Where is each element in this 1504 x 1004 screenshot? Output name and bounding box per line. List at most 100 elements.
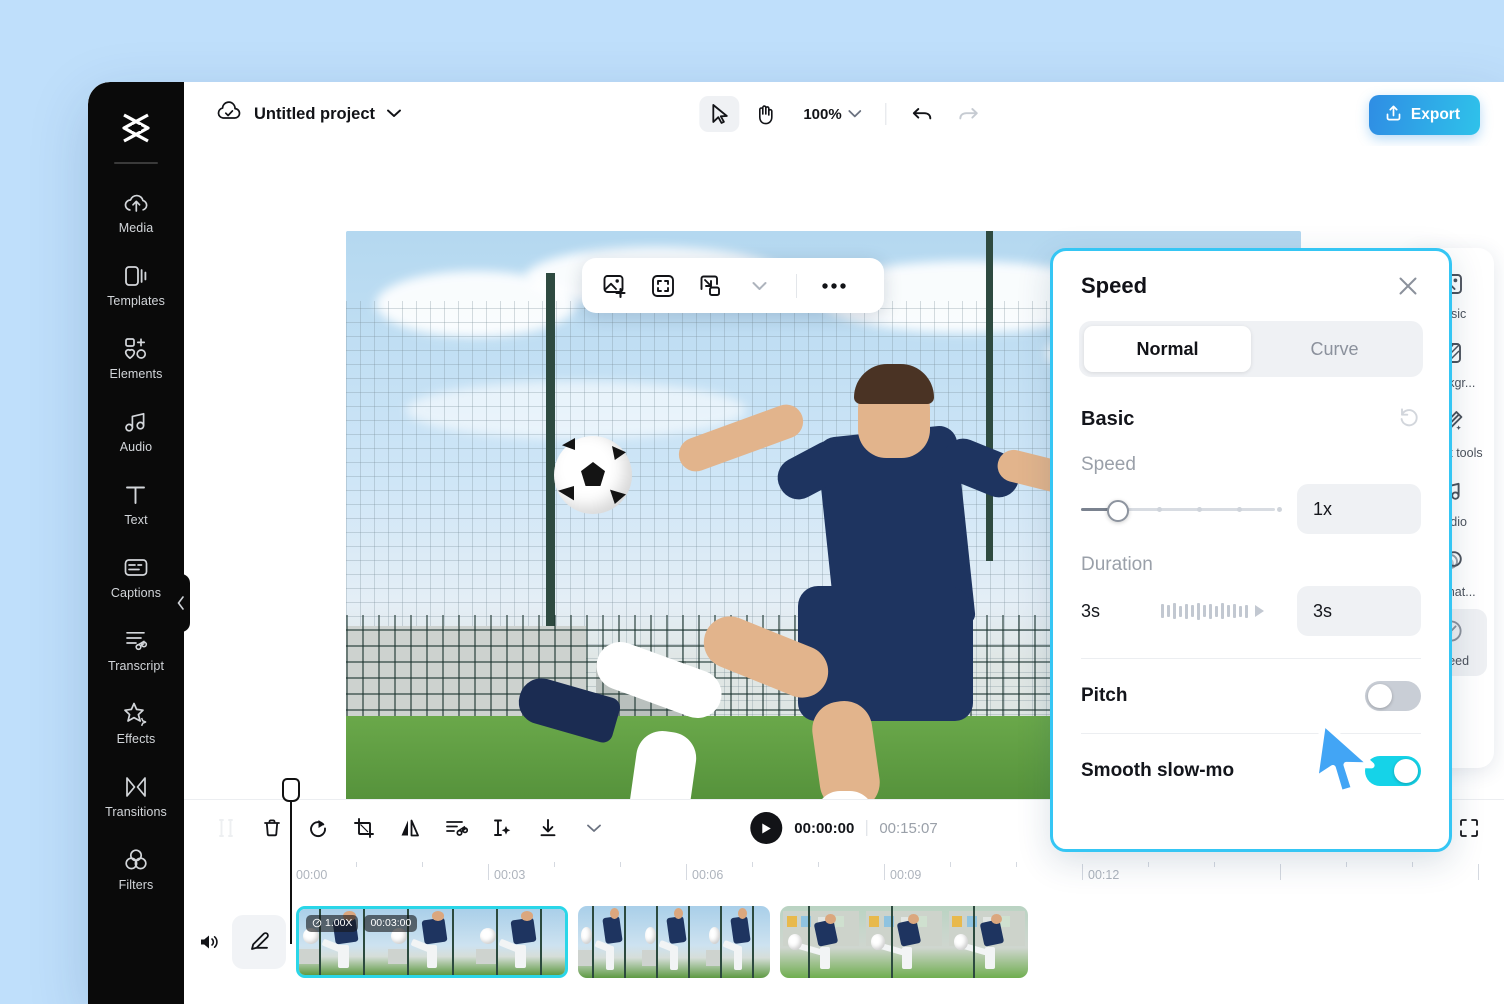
split-icon[interactable] (206, 809, 246, 847)
sidebar-item-label: Text (124, 513, 147, 527)
ruler-tick (1412, 862, 1413, 867)
ruler-tick (818, 862, 819, 867)
cut-scissors-icon[interactable] (436, 809, 476, 847)
duration-control-row: 3s 3s (1081, 586, 1421, 636)
capcut-logo-icon[interactable] (114, 108, 158, 148)
redo-arrow-icon[interactable] (949, 96, 989, 132)
duration-waveform[interactable] (1161, 599, 1275, 623)
waveform-bar (1221, 603, 1224, 619)
ruler-label: 00:03 (494, 868, 525, 882)
left-rail-items: Media Templates Elements Audio Text Captions T… (88, 180, 184, 898)
sidebar-item-captions[interactable]: Captions (88, 545, 184, 606)
left-sidebar: Media Templates Elements Audio Text Captions T… (88, 82, 184, 1004)
pitch-toggle[interactable] (1365, 681, 1421, 711)
sidebar-item-elements[interactable]: Elements (88, 326, 184, 387)
tab-curve[interactable]: Curve (1251, 326, 1418, 372)
download-icon[interactable] (528, 809, 568, 847)
pitch-row: Pitch (1081, 681, 1421, 711)
fit-timeline-icon[interactable] (1452, 811, 1486, 845)
timeline-clip[interactable] (578, 906, 770, 978)
close-x-icon[interactable] (1395, 273, 1421, 299)
speed-slider-knob[interactable] (1107, 500, 1129, 522)
sidebar-item-filters[interactable]: Filters (88, 837, 184, 898)
more-dots-icon[interactable] (817, 269, 851, 303)
waveform-bar (1167, 605, 1170, 617)
upload-icon (1385, 104, 1402, 127)
export-button[interactable]: Export (1369, 95, 1480, 135)
sidebar-collapse-handle[interactable] (172, 574, 190, 632)
toolbar-divider (796, 274, 797, 298)
play-button[interactable] (750, 812, 782, 844)
project-title-block[interactable]: Untitled project (216, 101, 401, 128)
sidebar-item-label: Elements (110, 367, 163, 381)
chevron-down-icon[interactable] (742, 269, 776, 303)
zoom-level-selector[interactable]: 100% (791, 97, 869, 131)
sidebar-item-label: Filters (119, 878, 154, 892)
ruler-tick (620, 862, 621, 867)
ruler-tick (752, 862, 753, 867)
crop-icon[interactable] (344, 809, 384, 847)
sidebar-item-label: Audio (120, 440, 152, 454)
sidebar-item-text[interactable]: Text (88, 472, 184, 533)
playhead[interactable] (290, 794, 292, 944)
speaker-icon[interactable] (192, 925, 226, 959)
waveform-bar (1245, 605, 1248, 618)
transcript-scissors-icon (123, 628, 149, 654)
ruler-tick (1478, 864, 1479, 880)
mirror-flip-icon[interactable] (390, 809, 430, 847)
tab-normal[interactable]: Normal (1084, 326, 1251, 372)
ruler-tick (950, 862, 951, 867)
speed-slider[interactable] (1081, 495, 1275, 523)
filters-circles-icon (123, 847, 149, 873)
chevron-down-icon[interactable] (387, 105, 401, 123)
sidebar-item-templates[interactable]: Templates (88, 253, 184, 314)
sidebar-item-label: Templates (107, 294, 165, 308)
duration-value-input[interactable]: 3s (1297, 586, 1421, 636)
waveform-bar (1233, 604, 1236, 618)
ruler-tick (1346, 862, 1347, 867)
sidebar-item-effects[interactable]: Effects (88, 691, 184, 752)
keyframe-icon[interactable] (482, 809, 522, 847)
speed-panel-title: Speed (1081, 273, 1147, 299)
add-image-icon[interactable] (598, 269, 632, 303)
waveform-bar (1179, 606, 1182, 617)
speed-value-input[interactable]: 1x (1297, 484, 1421, 534)
pencil-edit-icon[interactable] (232, 915, 286, 969)
sidebar-item-transcript[interactable]: Transcript (88, 618, 184, 679)
waveform-bar (1209, 604, 1212, 619)
undo-arrow-icon[interactable] (903, 96, 943, 132)
sidebar-item-transitions[interactable]: Transitions (88, 764, 184, 825)
timecode-divider (866, 820, 867, 836)
delete-trash-icon[interactable] (252, 809, 292, 847)
clip-speed-badge: 1.00X (306, 915, 358, 932)
cloud-check-icon (216, 101, 242, 128)
app-window: Media Templates Elements Audio Text Captions T… (88, 82, 1504, 1004)
captions-icon (123, 555, 149, 581)
timeline-clip[interactable]: 1.00X00:03:00 (296, 906, 568, 978)
header-divider (886, 103, 887, 125)
total-timecode: 00:15:07 (879, 820, 937, 837)
picture-in-picture-icon[interactable] (694, 269, 728, 303)
cursor-arrow-icon[interactable] (699, 96, 739, 132)
templates-icon (123, 263, 149, 289)
speed-small-icon (312, 918, 322, 928)
sidebar-item-media[interactable]: Media (88, 180, 184, 241)
chevron-down-icon[interactable] (574, 809, 614, 847)
ruler-label: 00:00 (296, 868, 327, 882)
timeline-ruler[interactable]: 00:0000:0300:0600:0900:12 (184, 856, 1504, 892)
speed-mode-tabs: Normal Curve (1079, 321, 1423, 377)
sidebar-item-audio[interactable]: Audio (88, 399, 184, 460)
hand-icon[interactable] (745, 96, 785, 132)
duration-field-label: Duration (1081, 554, 1421, 576)
sparkle-star-icon (123, 701, 149, 727)
timeline-clip[interactable] (780, 906, 1028, 978)
rotate-icon[interactable] (298, 809, 338, 847)
ruler-tick (1280, 864, 1281, 880)
sidebar-item-label: Media (119, 221, 154, 235)
fit-to-frame-icon[interactable] (646, 269, 680, 303)
ruler-label: 00:12 (1088, 868, 1119, 882)
reset-circular-arrow-icon[interactable] (1397, 405, 1421, 434)
waveform-bar (1197, 603, 1200, 620)
ruler-tick (488, 864, 489, 880)
waveform-bar (1203, 605, 1206, 617)
